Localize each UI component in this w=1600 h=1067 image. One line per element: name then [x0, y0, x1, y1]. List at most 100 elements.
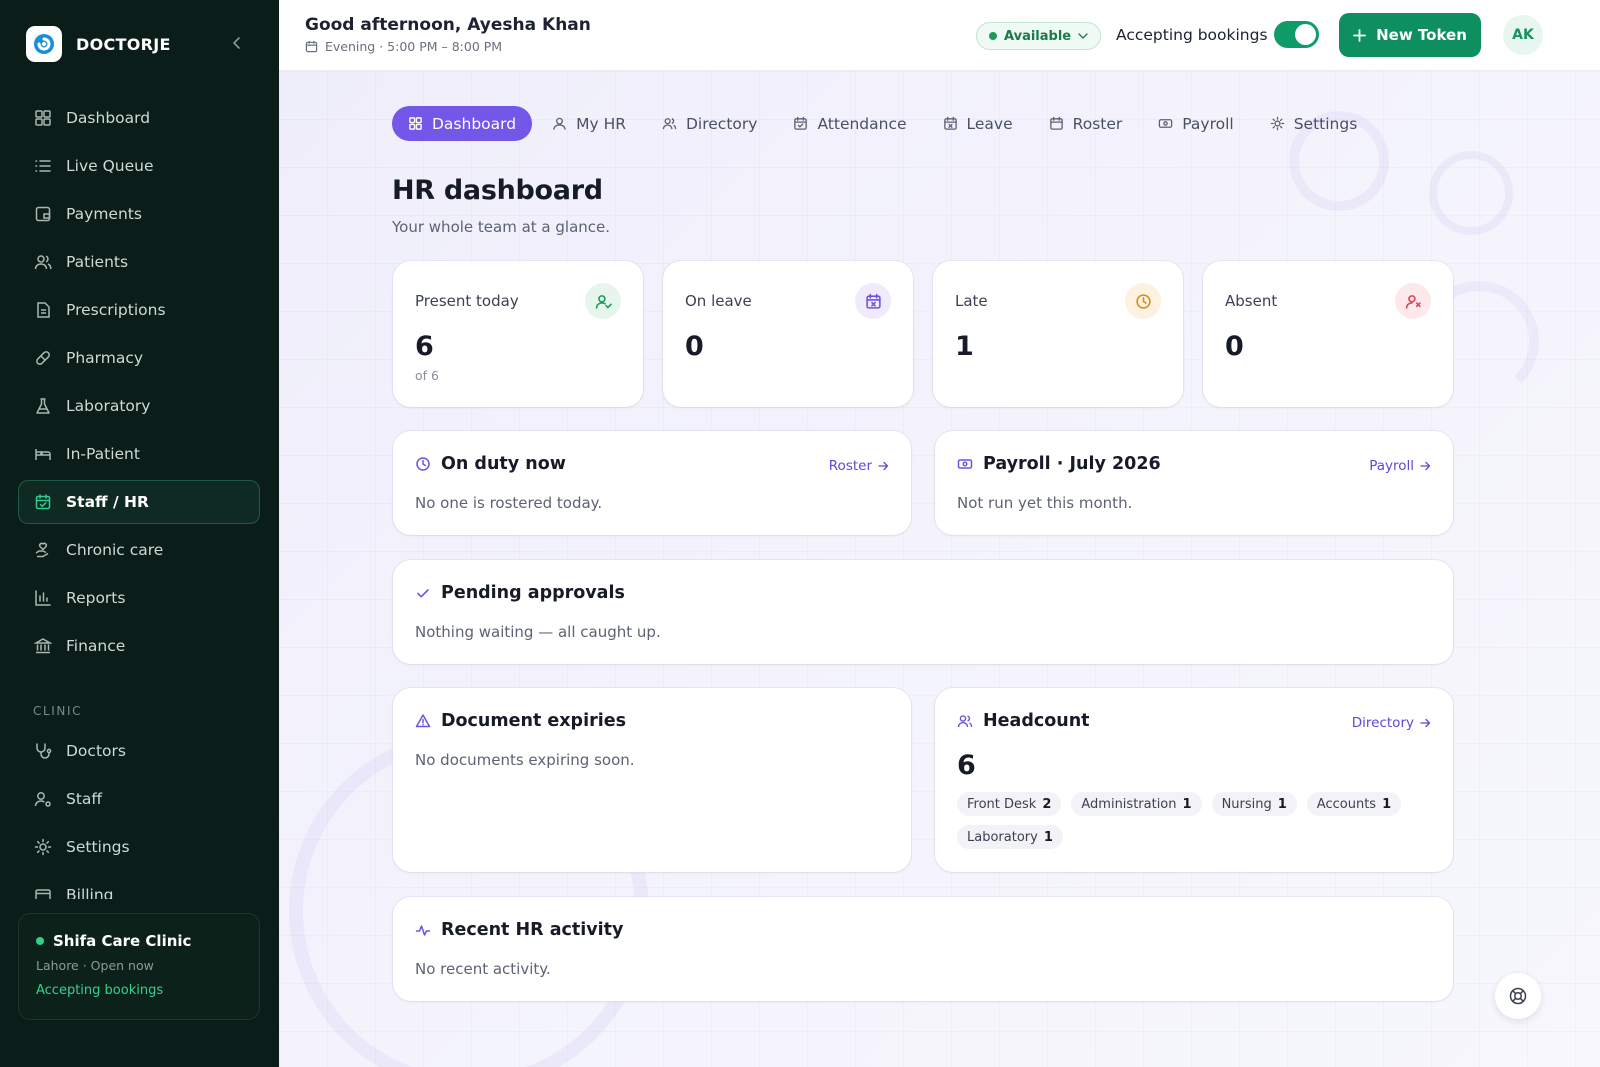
- link-label: Payroll: [1369, 458, 1414, 474]
- sidebar-item-label: Patients: [66, 253, 129, 271]
- sidebar-item-label: Live Queue: [66, 157, 154, 175]
- card-title: Document expiries: [441, 711, 626, 731]
- tab-label: Leave: [966, 114, 1013, 133]
- main-content: Dashboard My HR Directory Attendance Lea…: [279, 71, 1600, 1067]
- stat-value: 0: [685, 331, 704, 362]
- card-title: Pending approvals: [441, 583, 625, 603]
- card-body: No documents expiring soon.: [415, 751, 635, 769]
- users-icon: [34, 255, 52, 270]
- tab-label: Attendance: [817, 114, 907, 133]
- sidebar-item-staff[interactable]: Staff: [18, 777, 260, 821]
- sidebar-item-payments[interactable]: Payments: [18, 192, 260, 236]
- brand[interactable]: DOCTORJE: [26, 26, 171, 62]
- arrow-right-icon: [1420, 461, 1431, 471]
- sun-gear-icon: [34, 838, 52, 856]
- sidebar-item-doctors[interactable]: Doctors: [18, 729, 260, 773]
- new-token-button[interactable]: New Token: [1339, 13, 1481, 57]
- directory-link[interactable]: Directory: [1352, 715, 1431, 731]
- department-chip[interactable]: Nursing 1: [1211, 792, 1297, 816]
- sidebar-item-patients[interactable]: Patients: [18, 240, 260, 284]
- flask-icon: [36, 398, 50, 414]
- department-count: 1: [1277, 796, 1287, 812]
- card-title: Payroll · July 2026: [983, 454, 1161, 474]
- clinic-name: Shifa Care Clinic: [53, 932, 192, 950]
- sidebar-item-finance[interactable]: Finance: [18, 624, 260, 668]
- headcount-total: 6: [957, 750, 976, 781]
- card-body: No one is rostered today.: [415, 494, 603, 512]
- sidebar-item-label: In-Patient: [66, 445, 140, 463]
- stat-card-present[interactable]: Present today 6 of 6: [393, 261, 643, 407]
- sidebar-item-in-patient[interactable]: In-Patient: [18, 432, 260, 476]
- user-avatar[interactable]: AK: [1503, 15, 1543, 55]
- roster-link[interactable]: Roster: [829, 458, 889, 474]
- users-icon: [957, 715, 973, 728]
- payroll-card: Payroll · July 2026 Payroll Not run yet …: [935, 431, 1453, 535]
- availability-dropdown[interactable]: Available: [976, 22, 1102, 50]
- user-icon: [553, 117, 566, 130]
- sidebar-item-staff-hr[interactable]: Staff / HR: [18, 480, 260, 524]
- tab-payroll[interactable]: Payroll: [1142, 106, 1249, 141]
- calendar-x-icon: [855, 283, 891, 319]
- tab-my-hr[interactable]: My HR: [536, 106, 642, 141]
- tab-label: My HR: [576, 114, 626, 133]
- department-count: 1: [1182, 796, 1192, 812]
- tab-label: Payroll: [1182, 114, 1234, 133]
- money-icon: [957, 459, 973, 469]
- sidebar-item-settings[interactable]: Settings: [18, 825, 260, 869]
- department-count: 2: [1042, 796, 1052, 812]
- sidebar-item-laboratory[interactable]: Laboratory: [18, 384, 260, 428]
- collapse-sidebar-button[interactable]: [228, 34, 246, 52]
- tab-attendance[interactable]: Attendance: [777, 106, 922, 141]
- stat-label: Absent: [1225, 292, 1278, 310]
- sidebar-item-label: Billing: [66, 886, 114, 899]
- stat-card-absent[interactable]: Absent 0: [1203, 261, 1453, 407]
- stat-label: Present today: [415, 292, 519, 310]
- accepting-bookings-toggle[interactable]: [1274, 21, 1319, 48]
- sidebar-item-label: Staff / HR: [66, 493, 149, 511]
- department-chips: Front Desk 2 Administration 1 Nursing 1 Acc…: [957, 792, 1427, 849]
- card-title: On duty now: [441, 454, 566, 474]
- department-chip[interactable]: Laboratory 1: [957, 825, 1063, 849]
- department-chip[interactable]: Administration 1: [1071, 792, 1202, 816]
- calendar-check-icon: [35, 494, 51, 510]
- department-chip[interactable]: Accounts 1: [1306, 792, 1402, 816]
- clock-icon: [416, 457, 430, 471]
- tab-leave[interactable]: Leave: [927, 106, 1029, 141]
- plus-icon: [1353, 28, 1367, 42]
- sidebar-item-label: Settings: [66, 838, 130, 856]
- wallet-icon: [35, 206, 51, 222]
- tab-directory[interactable]: Directory: [646, 106, 773, 141]
- status-dot-icon: [989, 32, 997, 40]
- shift-info: Evening · 5:00 PM – 8:00 PM: [305, 39, 502, 54]
- tab-settings[interactable]: Settings: [1254, 106, 1374, 141]
- activity-icon: [415, 925, 431, 936]
- hr-tabs: Dashboard My HR Directory Attendance Lea…: [392, 106, 1377, 141]
- sidebar-item-chronic-care[interactable]: Chronic care: [18, 528, 260, 572]
- link-label: Directory: [1351, 715, 1414, 731]
- sidebar-item-prescriptions[interactable]: Prescriptions: [18, 288, 260, 332]
- sidebar-item-label: Staff: [66, 790, 103, 808]
- sidebar-item-billing[interactable]: Billing: [18, 873, 260, 899]
- greeting: Good afternoon, Ayesha Khan: [305, 15, 591, 35]
- sidebar-item-live-queue[interactable]: Live Queue: [18, 144, 260, 188]
- bank-icon: [34, 638, 52, 654]
- tab-roster[interactable]: Roster: [1033, 106, 1139, 141]
- payroll-link[interactable]: Payroll: [1369, 458, 1431, 474]
- tab-label: Dashboard: [432, 114, 517, 133]
- sidebar-item-label: Doctors: [66, 742, 126, 760]
- stat-value: 0: [1225, 331, 1244, 362]
- department-chip[interactable]: Front Desk 2: [957, 792, 1062, 816]
- stat-value: 1: [955, 331, 974, 362]
- sidebar-item-label: Payments: [66, 205, 142, 223]
- clinic-card[interactable]: Shifa Care Clinic Lahore · Open now Acce…: [18, 913, 260, 1020]
- sidebar-item-reports[interactable]: Reports: [18, 576, 260, 620]
- stat-card-late[interactable]: Late 1: [933, 261, 1183, 407]
- stat-card-on-leave[interactable]: On leave 0: [663, 261, 913, 407]
- link-label: Roster: [828, 458, 872, 474]
- sidebar-item-dashboard[interactable]: Dashboard: [18, 96, 260, 140]
- help-button[interactable]: [1495, 973, 1541, 1019]
- sidebar-item-pharmacy[interactable]: Pharmacy: [18, 336, 260, 380]
- decor-circle: [1429, 151, 1513, 235]
- clinic-booking-status: Accepting bookings: [36, 983, 164, 998]
- tab-dashboard[interactable]: Dashboard: [392, 106, 533, 141]
